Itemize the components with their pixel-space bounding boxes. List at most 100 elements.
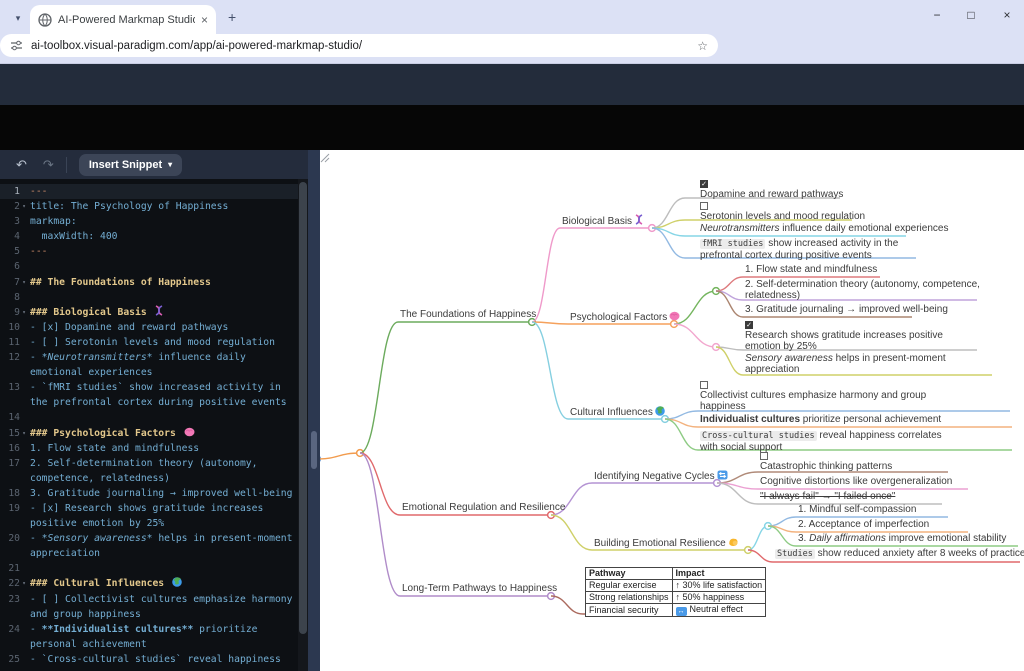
- line-content: - *Neurotransmitters* influence daily: [30, 350, 246, 365]
- mindmap-node-neg-alwaysfail[interactable]: "I always fail" → "I failed once": [760, 491, 895, 502]
- mindmap-node-lt-table[interactable]: PathwayImpactRegular exercise↑ 30% life …: [585, 567, 766, 617]
- insert-snippet-button[interactable]: Insert Snippet ▾: [79, 154, 182, 176]
- fold-arrow-icon[interactable]: ▾: [20, 576, 28, 591]
- fold-gutter: [20, 290, 28, 305]
- mindmap-node-psychological[interactable]: Psychological Factors: [570, 311, 680, 324]
- fold-arrow-icon[interactable]: ▾: [20, 199, 28, 214]
- mindmap-node-bio-fmri[interactable]: fMRI studies show increased activity in …: [700, 238, 932, 261]
- checkbox-unchecked-icon[interactable]: [700, 202, 708, 210]
- line-number: [0, 395, 20, 410]
- editor-line: 19- [x] Research shows gratitude increas…: [0, 501, 298, 516]
- tab-title: AI-Powered Markmap Studio: [58, 14, 195, 26]
- url-text: ai-toolbox.visual-paradigm.com/app/ai-po…: [31, 40, 697, 52]
- code-segment: ---: [30, 246, 48, 257]
- fold-gutter: [20, 501, 28, 516]
- mindmap-node-cul-crosscultural[interactable]: Cross-cultural studies reveal happiness …: [700, 430, 945, 453]
- browser-tab[interactable]: AI-Powered Markmap Studio ×: [30, 5, 216, 34]
- node-label-text: 2. Self-determination theory (autonomy, …: [745, 279, 980, 301]
- fold-gutter: [20, 592, 28, 607]
- fold-arrow-icon[interactable]: ▾: [20, 305, 28, 320]
- line-content: personal achievement: [30, 637, 147, 652]
- node-label-text: The Foundations of Happiness: [400, 309, 536, 320]
- url-input[interactable]: ai-toolbox.visual-paradigm.com/app/ai-po…: [0, 34, 718, 57]
- mindmap-node-cul-collectivist[interactable]: Collectivist cultures emphasize harmony …: [700, 381, 940, 412]
- window-close-button[interactable]: ×: [998, 8, 1016, 22]
- new-tab-button[interactable]: +: [228, 9, 236, 25]
- checkbox-checked-icon[interactable]: ✓: [700, 180, 708, 188]
- mindmap-node-identifying[interactable]: Identifying Negative Cycles: [594, 470, 728, 483]
- line-number: 14: [0, 410, 20, 425]
- mindmap-node-building[interactable]: Building Emotional Resilience: [594, 537, 739, 550]
- line-content: - [ ] Serotonin levels and mood regulati…: [30, 335, 275, 350]
- fold-gutter: [20, 531, 28, 546]
- tab-search-icon[interactable]: ▾: [8, 8, 28, 28]
- mindmap-link-biological: [532, 228, 650, 322]
- line-content: maxWidth: 400: [30, 229, 118, 244]
- line-number: 22: [0, 576, 20, 591]
- mindmap-node-cul-individualist[interactable]: Individualist cultures prioritize person…: [700, 414, 941, 425]
- fold-arrow-icon[interactable]: ▾: [20, 275, 28, 290]
- bookmark-star-icon[interactable]: ☆: [697, 39, 708, 53]
- impact-cell: ↑ 30% life satisfaction: [672, 580, 766, 592]
- mindmap-node-psy-sdt[interactable]: 2. Self-determination theory (autonomy, …: [745, 279, 981, 301]
- undo-icon[interactable]: ↶: [16, 157, 27, 173]
- tab-close-icon[interactable]: ×: [201, 13, 208, 27]
- pathway-cell: Regular exercise: [586, 580, 673, 592]
- fold-gutter: [20, 350, 28, 365]
- line-number: 23: [0, 592, 20, 607]
- mindmap-node-biological[interactable]: Biological Basis: [562, 214, 644, 228]
- mindmap-node-bio-dopamine[interactable]: ✓Dopamine and reward pathways: [700, 180, 843, 200]
- mindmap-node-psy-flow[interactable]: 1. Flow state and mindfulness: [745, 264, 877, 275]
- mindmap-node-psy-research[interactable]: ✓Research shows gratitude increases posi…: [745, 321, 981, 352]
- checkbox-unchecked-icon[interactable]: [760, 452, 768, 460]
- screen: { "browser": { "tab_title": "AI-Powered …: [0, 0, 1024, 671]
- editor-line: the prefrontal cortex during positive ev…: [0, 395, 298, 410]
- mindmap-node-cultural[interactable]: Cultural Influences: [570, 406, 665, 419]
- mindmap-node-bld-mindful[interactable]: 1. Mindful self-compassion: [798, 504, 916, 515]
- mindmap-node-emotional[interactable]: Emotional Regulation and Resilience: [402, 502, 565, 513]
- editor-line: 20- *Sensory awareness* helps in present…: [0, 531, 298, 546]
- mindmap-node-bio-serotonin[interactable]: Serotonin levels and mood regulation: [700, 202, 865, 222]
- fold-arrow-icon[interactable]: ▾: [20, 426, 28, 441]
- redo-icon[interactable]: ↷: [43, 157, 54, 173]
- checkbox-checked-icon[interactable]: ✓: [745, 321, 753, 329]
- node-label-text: Individualist cultures: [700, 414, 800, 425]
- panel-divider-handle[interactable]: [311, 431, 317, 469]
- editor-toolbar-divider: [66, 157, 67, 173]
- code-segment: *Neurotransmitters*: [42, 352, 153, 363]
- editor-line: 13- `fMRI studies` show increased activi…: [0, 380, 298, 395]
- mindmap-node-longterm[interactable]: Long-Term Pathways to Happiness: [402, 583, 557, 594]
- line-number: 1: [0, 184, 20, 199]
- checkbox-unchecked-icon[interactable]: [700, 381, 708, 389]
- panel-divider[interactable]: [308, 150, 320, 671]
- mindmap-node-bio-neurotransmitters[interactable]: Neurotransmitters influence daily emotio…: [700, 223, 948, 234]
- window-minimize-button[interactable]: −: [928, 8, 946, 22]
- code-segment: ---: [30, 186, 48, 197]
- node-label-text: Research shows gratitude increases posit…: [745, 330, 943, 352]
- mindmap-node-psy-sensory[interactable]: Sensory awareness helps in present-momen…: [745, 353, 950, 375]
- mindmap-panel[interactable]: markmap + − The Foundations of Happiness…: [320, 150, 1024, 671]
- markdown-editor[interactable]: 1---2▾title: The Psychology of Happiness…: [0, 179, 298, 671]
- editor-scrollbar-thumb[interactable]: [299, 182, 307, 634]
- node-label-text: 3. Gratitude journaling → improved well-…: [745, 304, 948, 315]
- line-number: 13: [0, 380, 20, 395]
- mindmap-node-foundations[interactable]: The Foundations of Happiness: [400, 309, 536, 320]
- mindmap-node-neg-catastrophic[interactable]: Catastrophic thinking patterns: [760, 452, 892, 472]
- fold-gutter: [20, 456, 28, 471]
- editor-line: appreciation: [0, 546, 298, 561]
- mindmap-node-bld-daily[interactable]: 3. Daily affirmations improve emotional …: [798, 533, 1006, 544]
- editor-line: personal achievement: [0, 637, 298, 652]
- line-content: ## The Foundations of Happiness: [30, 275, 211, 290]
- window-maximize-button[interactable]: □: [962, 8, 980, 22]
- mindmap-node-bld-studies[interactable]: Studies show reduced anxiety after 8 wee…: [775, 548, 1024, 560]
- site-settings-icon[interactable]: [10, 39, 23, 52]
- code-segment: -: [30, 533, 42, 544]
- impact-cell: ↔Neutral effect: [672, 604, 766, 617]
- line-content: - **Individualist cultures** prioritize: [30, 622, 257, 637]
- fold-gutter: [20, 380, 28, 395]
- mindmap-node-bld-acceptance[interactable]: 2. Acceptance of imperfection: [798, 519, 929, 530]
- mindmap-node-neg-cognitive[interactable]: Cognitive distortions like overgeneraliz…: [760, 476, 952, 487]
- editor-line: 22▾### Cultural Influences: [0, 576, 298, 591]
- editor-line: 9▾### Biological Basis: [0, 305, 298, 320]
- mindmap-node-psy-gratitude[interactable]: 3. Gratitude journaling → improved well-…: [745, 304, 948, 315]
